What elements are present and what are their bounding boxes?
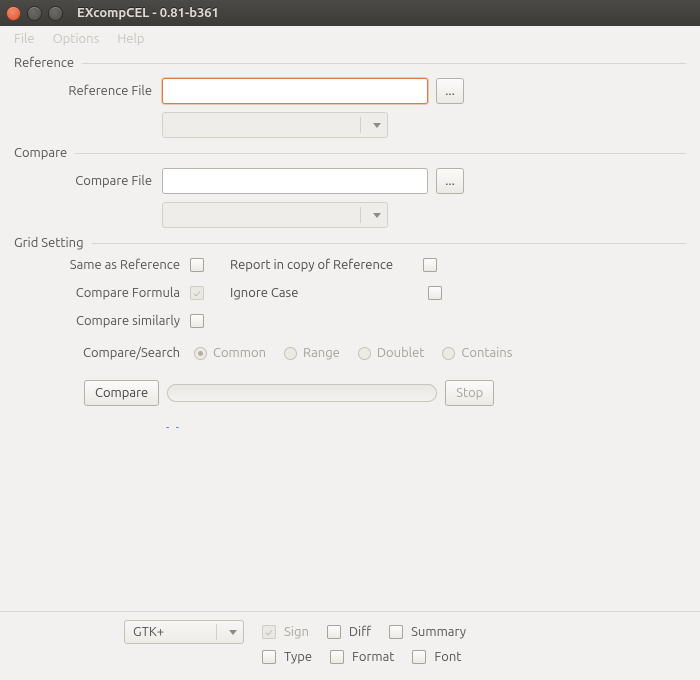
- chevron-down-icon: [373, 123, 381, 128]
- radio-range: Range: [284, 346, 340, 360]
- theme-combo[interactable]: GTK+: [124, 620, 244, 644]
- same-as-reference-checkbox[interactable]: [190, 258, 204, 272]
- compare-sheet-combo: [162, 202, 388, 228]
- menu-options[interactable]: Options: [45, 29, 108, 49]
- compare-search-label: Compare/Search: [14, 346, 190, 360]
- window-close-button[interactable]: [6, 6, 21, 21]
- format-check[interactable]: Format: [330, 650, 394, 664]
- content-area: Reference Reference File ... Compare Com…: [0, 52, 700, 446]
- group-compare: Compare Compare File ...: [14, 146, 686, 228]
- compare-similarly-checkbox[interactable]: [190, 314, 204, 328]
- type-check[interactable]: Type: [262, 650, 312, 664]
- window-minimize-button[interactable]: [27, 6, 42, 21]
- menu-file[interactable]: File: [6, 29, 43, 49]
- diff-check[interactable]: Diff: [327, 625, 371, 639]
- progress-bar: [167, 384, 437, 402]
- ignore-case-checkbox[interactable]: [428, 286, 442, 300]
- window-maximize-button[interactable]: [48, 6, 63, 21]
- divider: [82, 63, 686, 64]
- font-check[interactable]: Font: [412, 650, 461, 664]
- theme-value: GTK+: [133, 625, 164, 639]
- radio-common: Common: [194, 346, 266, 360]
- compare-formula-label: Compare Formula: [14, 286, 190, 300]
- group-title-grid: Grid Setting: [14, 236, 84, 250]
- compare-button[interactable]: Compare: [84, 380, 159, 406]
- titlebar: EXcompCEL - 0.81-b361: [0, 0, 700, 26]
- menu-help[interactable]: Help: [109, 29, 152, 49]
- radio-contains: Contains: [442, 346, 512, 360]
- same-as-reference-label: Same as Reference: [14, 258, 190, 272]
- ignore-case-label: Ignore Case: [230, 286, 298, 300]
- group-reference: Reference Reference File ...: [14, 56, 686, 138]
- group-title-reference: Reference: [14, 56, 74, 70]
- group-title-compare: Compare: [14, 146, 67, 160]
- compare-similarly-label: Compare similarly: [14, 314, 190, 328]
- reference-file-label: Reference File: [14, 84, 162, 98]
- compare-browse-button[interactable]: ...: [436, 168, 464, 194]
- menubar: File Options Help: [0, 26, 700, 52]
- bottom-bar: GTK+ ✓Sign Diff Summary Type Format Font: [0, 611, 700, 680]
- result-link[interactable]: - -: [166, 422, 181, 434]
- reference-file-input[interactable]: [162, 78, 428, 104]
- divider: [92, 243, 686, 244]
- chevron-down-icon: [373, 213, 381, 218]
- compare-file-label: Compare File: [14, 174, 162, 188]
- stop-button: Stop: [445, 380, 494, 406]
- compare-formula-checkbox: ✓: [190, 286, 204, 300]
- reference-browse-button[interactable]: ...: [436, 78, 464, 104]
- sign-check: ✓Sign: [262, 625, 309, 639]
- chevron-down-icon: [229, 630, 237, 635]
- report-copy-checkbox[interactable]: [423, 258, 437, 272]
- report-copy-label: Report in copy of Reference: [230, 258, 393, 272]
- summary-check[interactable]: Summary: [389, 625, 466, 639]
- window-title: EXcompCEL - 0.81-b361: [77, 6, 219, 20]
- group-grid-setting: Grid Setting Same as Reference Report in…: [14, 236, 686, 434]
- divider: [75, 153, 686, 154]
- radio-doublet: Doublet: [358, 346, 425, 360]
- compare-file-input[interactable]: [162, 168, 428, 194]
- reference-sheet-combo: [162, 112, 388, 138]
